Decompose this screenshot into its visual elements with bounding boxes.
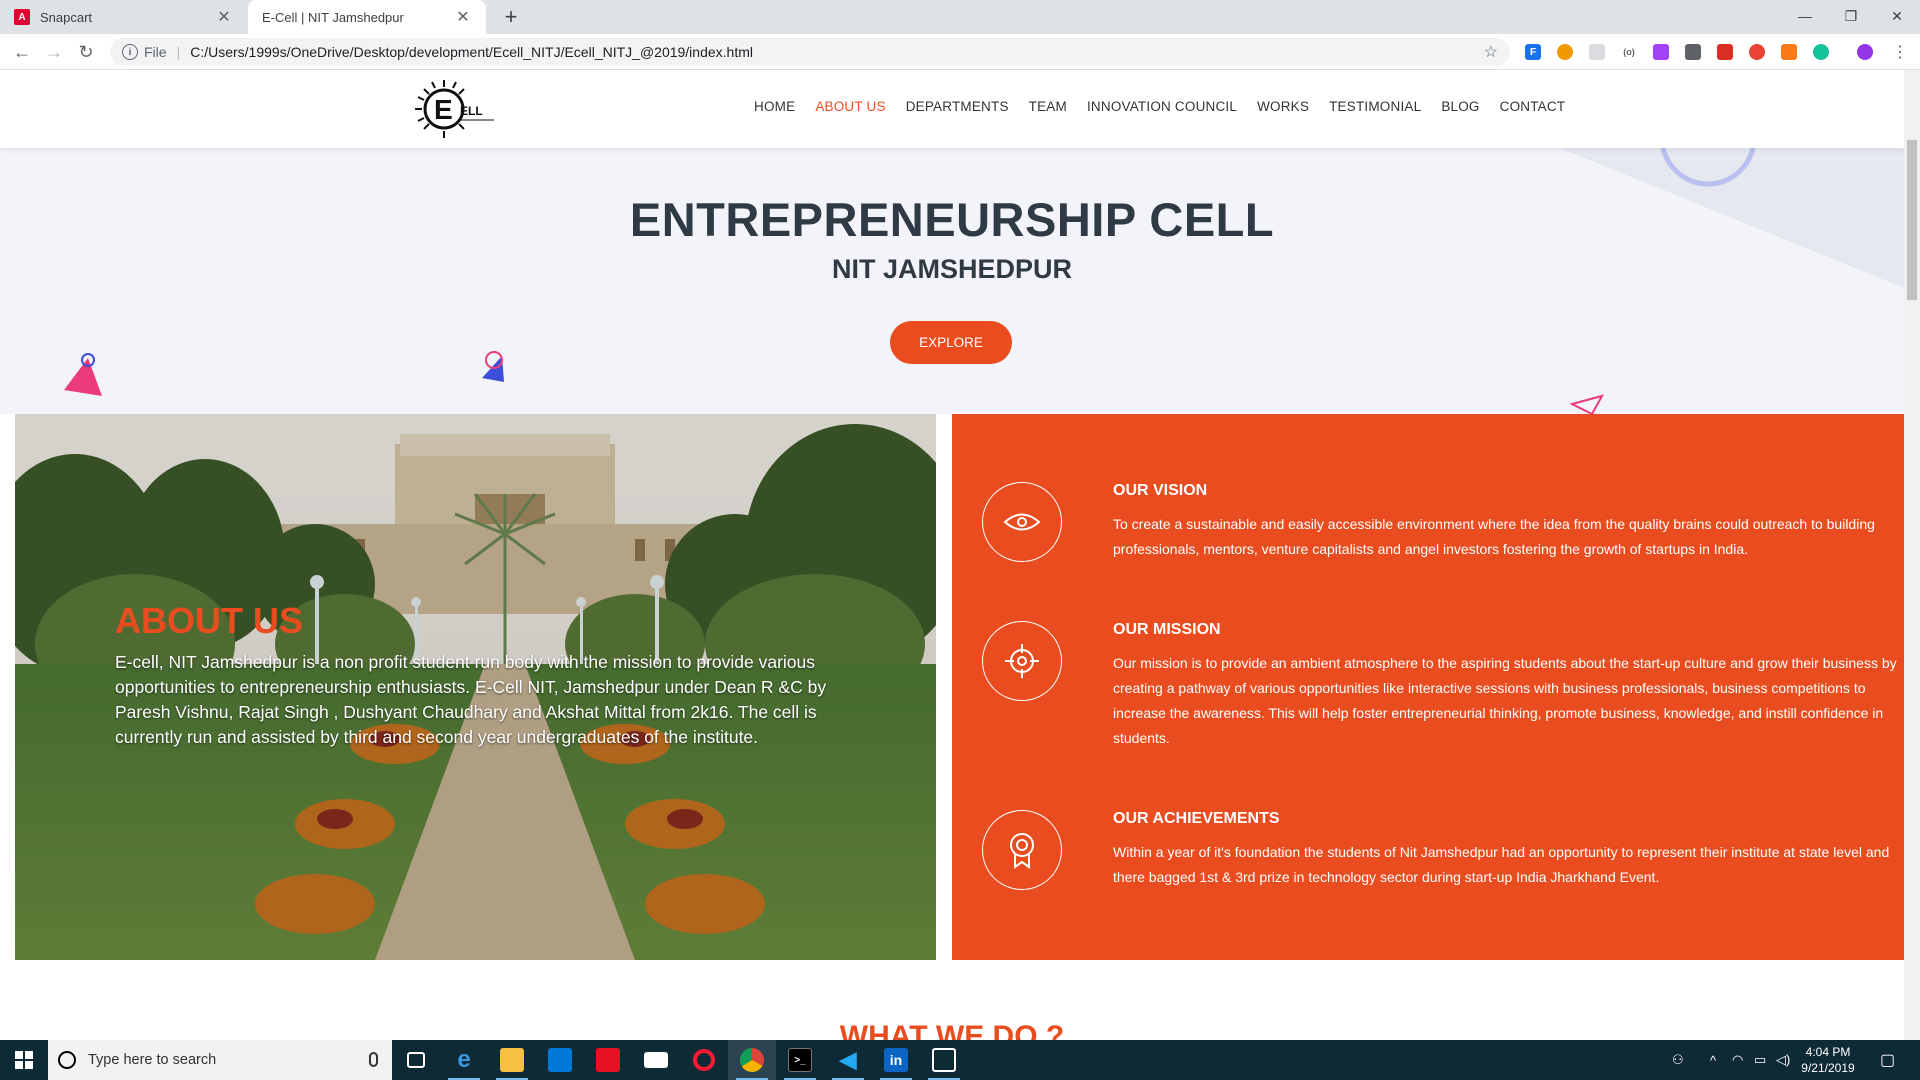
wifi-icon[interactable]: ◠ [1732, 1040, 1743, 1080]
decorative-shape [1570, 394, 1605, 414]
task-view-icon[interactable] [392, 1040, 440, 1080]
target-icon [982, 621, 1062, 701]
nav-home[interactable]: HOME [754, 99, 795, 114]
battery-icon[interactable]: ▭ [1754, 1040, 1766, 1080]
chrome-icon[interactable] [728, 1040, 776, 1080]
close-icon[interactable]: ✕ [454, 7, 472, 27]
feature-title: OUR ACHIEVEMENTS [1113, 810, 1280, 827]
tab-snapcart[interactable]: A Snapcart ✕ [0, 0, 247, 34]
terminal-icon[interactable]: >_ [776, 1040, 824, 1080]
windows-start-button[interactable] [0, 1040, 48, 1080]
vscode-icon[interactable]: ◀ [824, 1040, 872, 1080]
tab-ecell[interactable]: ⚙ E-Cell | NIT Jamshedpur ✕ [248, 0, 486, 86]
mail-icon[interactable] [632, 1040, 680, 1080]
windows-icon [15, 1051, 33, 1069]
linkedin-icon[interactable]: in [872, 1040, 920, 1080]
decorative-shape [64, 353, 102, 396]
explore-button[interactable]: EXPLORE [890, 321, 1012, 364]
nav-about-us[interactable]: ABOUT US [815, 99, 885, 114]
cortana-icon [58, 1051, 76, 1069]
taskbar-clock[interactable]: 4:04 PM 9/21/2019 [1788, 1044, 1868, 1076]
feature-text: Our mission is to provide an ambient atm… [1113, 655, 1897, 746]
address-bar[interactable]: i File | C:/Users/1999s/OneDrive/Desktop… [110, 38, 1510, 66]
photos-icon[interactable] [920, 1040, 968, 1080]
edge-icon[interactable]: e [440, 1040, 488, 1080]
feature-text: Within a year of it's foundation the stu… [1113, 844, 1890, 885]
extension-icon[interactable]: (o) [1621, 44, 1637, 60]
features-panel: OUR VISION To create a sustainable and e… [952, 414, 1904, 960]
bookmark-star-icon[interactable]: ☆ [1484, 42, 1498, 62]
ecell-logo[interactable]: E ELL [410, 78, 500, 140]
microphone-icon[interactable] [369, 1052, 378, 1067]
gift-icon[interactable] [584, 1040, 632, 1080]
site-header: E ELL HOME ABOUT US DEPARTMENTS TEAM INN… [0, 70, 1904, 148]
extension-icon[interactable]: F [1525, 44, 1541, 60]
browser-tab-strip: A Snapcart ✕ ⚙ E-Cell | NIT Jamshedpur ✕… [0, 0, 1920, 86]
new-tab-button[interactable]: + [498, 4, 524, 30]
taskbar-search[interactable]: Type here to search [48, 1040, 392, 1080]
section-heading-what-we-do: WHAT WE DO ? [839, 1020, 1065, 1040]
feature-text: To create a sustainable and easily acces… [1113, 516, 1875, 557]
svg-text:ELL: ELL [460, 104, 483, 118]
nav-innovation-council[interactable]: INNOVATION COUNCIL [1087, 99, 1237, 114]
taskbar: Type here to search e >_ ◀ in ⚇ ^ ◠ ▭ ◁)… [0, 1040, 1920, 1080]
close-window-button[interactable]: ✕ [1874, 2, 1920, 30]
reload-icon[interactable]: ↻ [74, 40, 98, 64]
about-us-text: E-cell, NIT Jamshedpur is a non profit s… [115, 652, 827, 747]
tab-title: Snapcart [40, 9, 93, 25]
people-icon[interactable]: ⚇ [1672, 1040, 1684, 1080]
clock-date: 9/21/2019 [1801, 1061, 1855, 1075]
about-us-heading: ABOUT US [115, 600, 303, 641]
hero-title: ENTREPRENEURSHIP CELL [629, 193, 1275, 246]
extension-icon[interactable] [1589, 44, 1605, 60]
hero-subtitle: NIT JAMSHEDPUR [831, 254, 1073, 284]
grammarly-icon[interactable] [1813, 44, 1829, 60]
menu-kebab-icon[interactable]: ⋮ [1888, 40, 1912, 64]
about-us-block: ABOUT US E-cell, NIT Jamshedpur is a non… [115, 600, 865, 750]
browser-toolbar: ← → ↻ i File | C:/Users/1999s/OneDrive/D… [0, 34, 1920, 70]
chevron-up-icon[interactable]: ^ [1710, 1040, 1716, 1080]
store-icon[interactable] [536, 1040, 584, 1080]
extension-icon[interactable] [1653, 44, 1669, 60]
nav-testimonial[interactable]: TESTIMONIAL [1329, 99, 1421, 114]
nav-team[interactable]: TEAM [1029, 99, 1067, 114]
extension-icon[interactable] [1717, 44, 1733, 60]
tab-title: E-Cell | NIT Jamshedpur [262, 9, 404, 25]
profile-avatar[interactable] [1857, 44, 1873, 60]
extension-icon[interactable] [1749, 44, 1765, 60]
eye-icon [982, 482, 1062, 562]
nav-blog[interactable]: BLOG [1441, 99, 1479, 114]
close-icon[interactable]: ✕ [215, 7, 233, 27]
restore-button[interactable]: ❐ [1828, 2, 1874, 30]
feature-title: OUR VISION [1113, 482, 1208, 499]
nav-contact[interactable]: CONTACT [1500, 99, 1566, 114]
hero-section: ENTREPRENEURSHIP CELL NIT JAMSHEDPUR EXP… [0, 148, 1904, 414]
svg-text:E: E [434, 94, 453, 125]
extension-icon[interactable] [1781, 44, 1797, 60]
decorative-shape [482, 351, 504, 382]
forward-icon[interactable]: → [42, 40, 66, 64]
minimize-button[interactable]: — [1782, 2, 1828, 30]
main-nav: HOME ABOUT US DEPARTMENTS TEAM INNOVATIO… [754, 99, 1585, 114]
angular-icon: A [14, 9, 30, 25]
address-scheme: File [144, 44, 167, 60]
nav-departments[interactable]: DEPARTMENTS [906, 99, 1009, 114]
nav-works[interactable]: WORKS [1257, 99, 1309, 114]
search-placeholder: Type here to search [88, 1052, 217, 1068]
file-explorer-icon[interactable] [488, 1040, 536, 1080]
info-icon[interactable]: i [122, 44, 138, 60]
extension-icon[interactable] [1557, 44, 1573, 60]
web-page: E ELL HOME ABOUT US DEPARTMENTS TEAM INN… [0, 70, 1904, 1040]
clock-time: 4:04 PM [1805, 1045, 1851, 1059]
extension-icon[interactable] [1685, 44, 1701, 60]
scrollbar-thumb[interactable] [1907, 140, 1917, 300]
feature-title: OUR MISSION [1113, 621, 1221, 638]
address-url: C:/Users/1999s/OneDrive/Desktop/developm… [190, 44, 753, 60]
medal-icon [982, 810, 1062, 890]
notification-icon[interactable]: ▢ [1880, 1040, 1895, 1080]
page-scrollbar[interactable] [1904, 70, 1920, 1040]
opera-icon[interactable] [680, 1040, 728, 1080]
back-icon[interactable]: ← [10, 40, 34, 64]
